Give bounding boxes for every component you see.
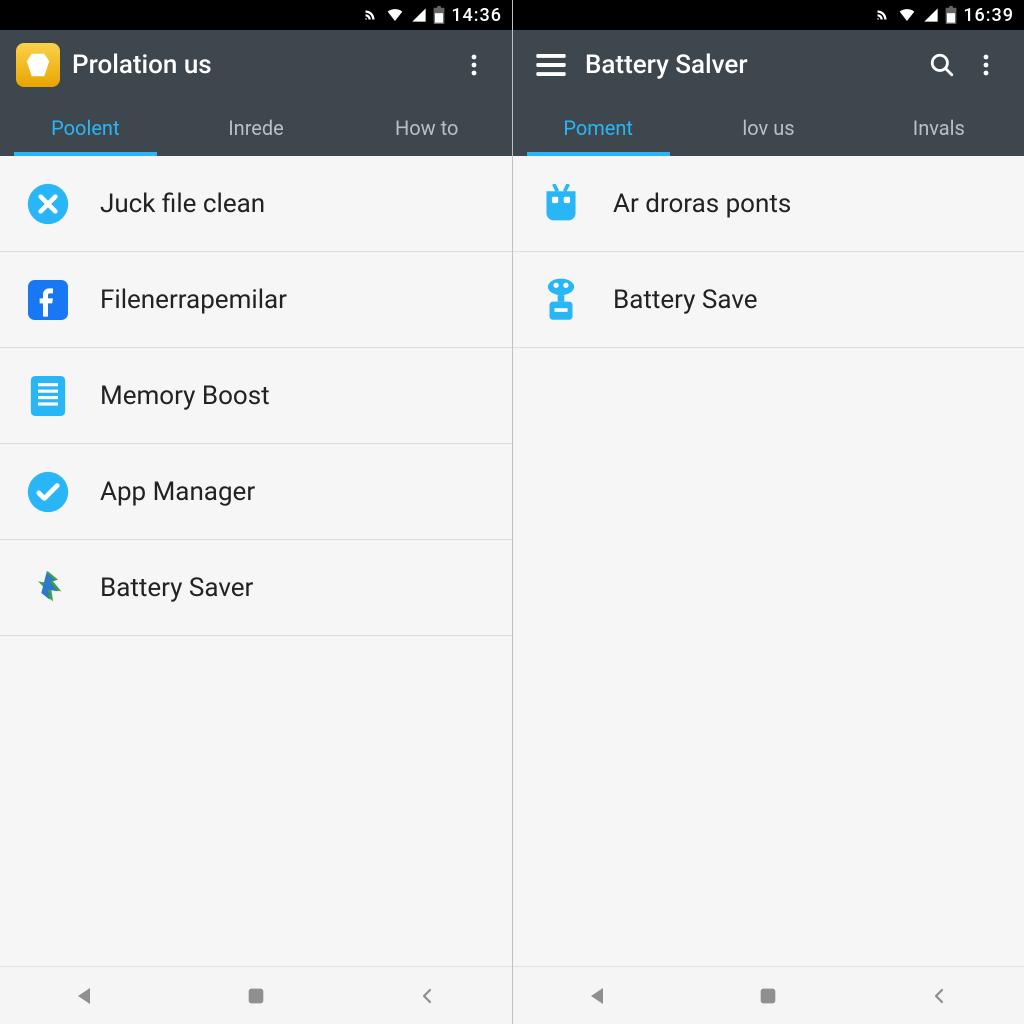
phone-right: 16:39 Battery Salver Poment lov us Inval… [512, 0, 1024, 1024]
wifi-icon [897, 7, 917, 23]
list-item-label: App Manager [100, 477, 255, 507]
overflow-menu-button[interactable] [964, 43, 1008, 87]
nav-home-button[interactable] [216, 985, 296, 1007]
status-time: 16:39 [963, 5, 1014, 26]
status-bar: 14:36 [0, 0, 512, 30]
tab-label: Inrede [228, 116, 284, 140]
nav-back-button[interactable] [45, 984, 125, 1008]
nav-bar [513, 966, 1024, 1024]
app-title: Prolation us [72, 50, 452, 80]
tab-1[interactable]: Inrede [171, 100, 342, 156]
list-item[interactable]: Filenerrapemilar [0, 252, 512, 348]
signal-icon [411, 7, 427, 23]
nav-home-button[interactable] [728, 985, 808, 1007]
signal-icon [923, 7, 939, 23]
battery-tool-icon [537, 276, 585, 324]
nav-back-button[interactable] [558, 984, 638, 1008]
hamburger-menu-button[interactable] [529, 54, 573, 76]
app-bar: Battery Salver [513, 30, 1024, 100]
tab-bar: Poment lov us Invals [513, 100, 1024, 156]
nav-bar [0, 966, 512, 1024]
tab-0[interactable]: Poment [513, 100, 683, 156]
nav-recent-button[interactable] [899, 983, 979, 1009]
swirl-icon [24, 564, 72, 612]
tab-label: Poment [563, 116, 633, 140]
list-item[interactable]: Juck file clean [0, 156, 512, 252]
list-item[interactable]: Battery Save [513, 252, 1024, 348]
check-circle-icon [24, 468, 72, 516]
list: Juck file clean Filenerrapemilar Memory … [0, 156, 512, 966]
battery-icon [945, 6, 957, 24]
robot-icon [537, 180, 585, 228]
lines-icon [24, 372, 72, 420]
list-item[interactable]: Memory Boost [0, 348, 512, 444]
tab-bar: Poolent Inrede How to [0, 100, 512, 156]
cast-icon [361, 6, 379, 24]
list: Ar droras ponts Battery Save [513, 156, 1024, 966]
cast-icon [873, 6, 891, 24]
tab-label: lov us [742, 116, 794, 140]
list-item[interactable]: Ar droras ponts [513, 156, 1024, 252]
tab-label: Invals [913, 116, 965, 140]
app-icon [16, 43, 60, 87]
nav-recent-button[interactable] [387, 983, 467, 1009]
list-item[interactable]: Battery Saver [0, 540, 512, 636]
list-item-label: Battery Saver [100, 573, 253, 603]
status-time: 14:36 [451, 5, 502, 26]
tab-0[interactable]: Poolent [0, 100, 171, 156]
wifi-icon [385, 7, 405, 23]
list-item-label: Ar droras ponts [613, 189, 791, 219]
tab-1[interactable]: lov us [683, 100, 853, 156]
tab-label: Poolent [51, 116, 119, 140]
phone-left: 14:36 Prolation us Poolent Inrede How to… [0, 0, 512, 1024]
overflow-menu-button[interactable] [452, 43, 496, 87]
list-item-label: Filenerrapemilar [100, 285, 287, 315]
facebook-icon [24, 276, 72, 324]
app-title: Battery Salver [585, 50, 920, 80]
tab-2[interactable]: How to [341, 100, 512, 156]
list-item[interactable]: App Manager [0, 444, 512, 540]
tab-label: How to [395, 116, 458, 140]
status-bar: 16:39 [513, 0, 1024, 30]
list-item-label: Battery Save [613, 285, 758, 315]
search-button[interactable] [920, 43, 964, 87]
tab-2[interactable]: Invals [854, 100, 1024, 156]
list-item-label: Memory Boost [100, 381, 270, 411]
battery-icon [433, 6, 445, 24]
app-bar: Prolation us [0, 30, 512, 100]
list-item-label: Juck file clean [100, 189, 265, 219]
x-circle-icon [24, 180, 72, 228]
